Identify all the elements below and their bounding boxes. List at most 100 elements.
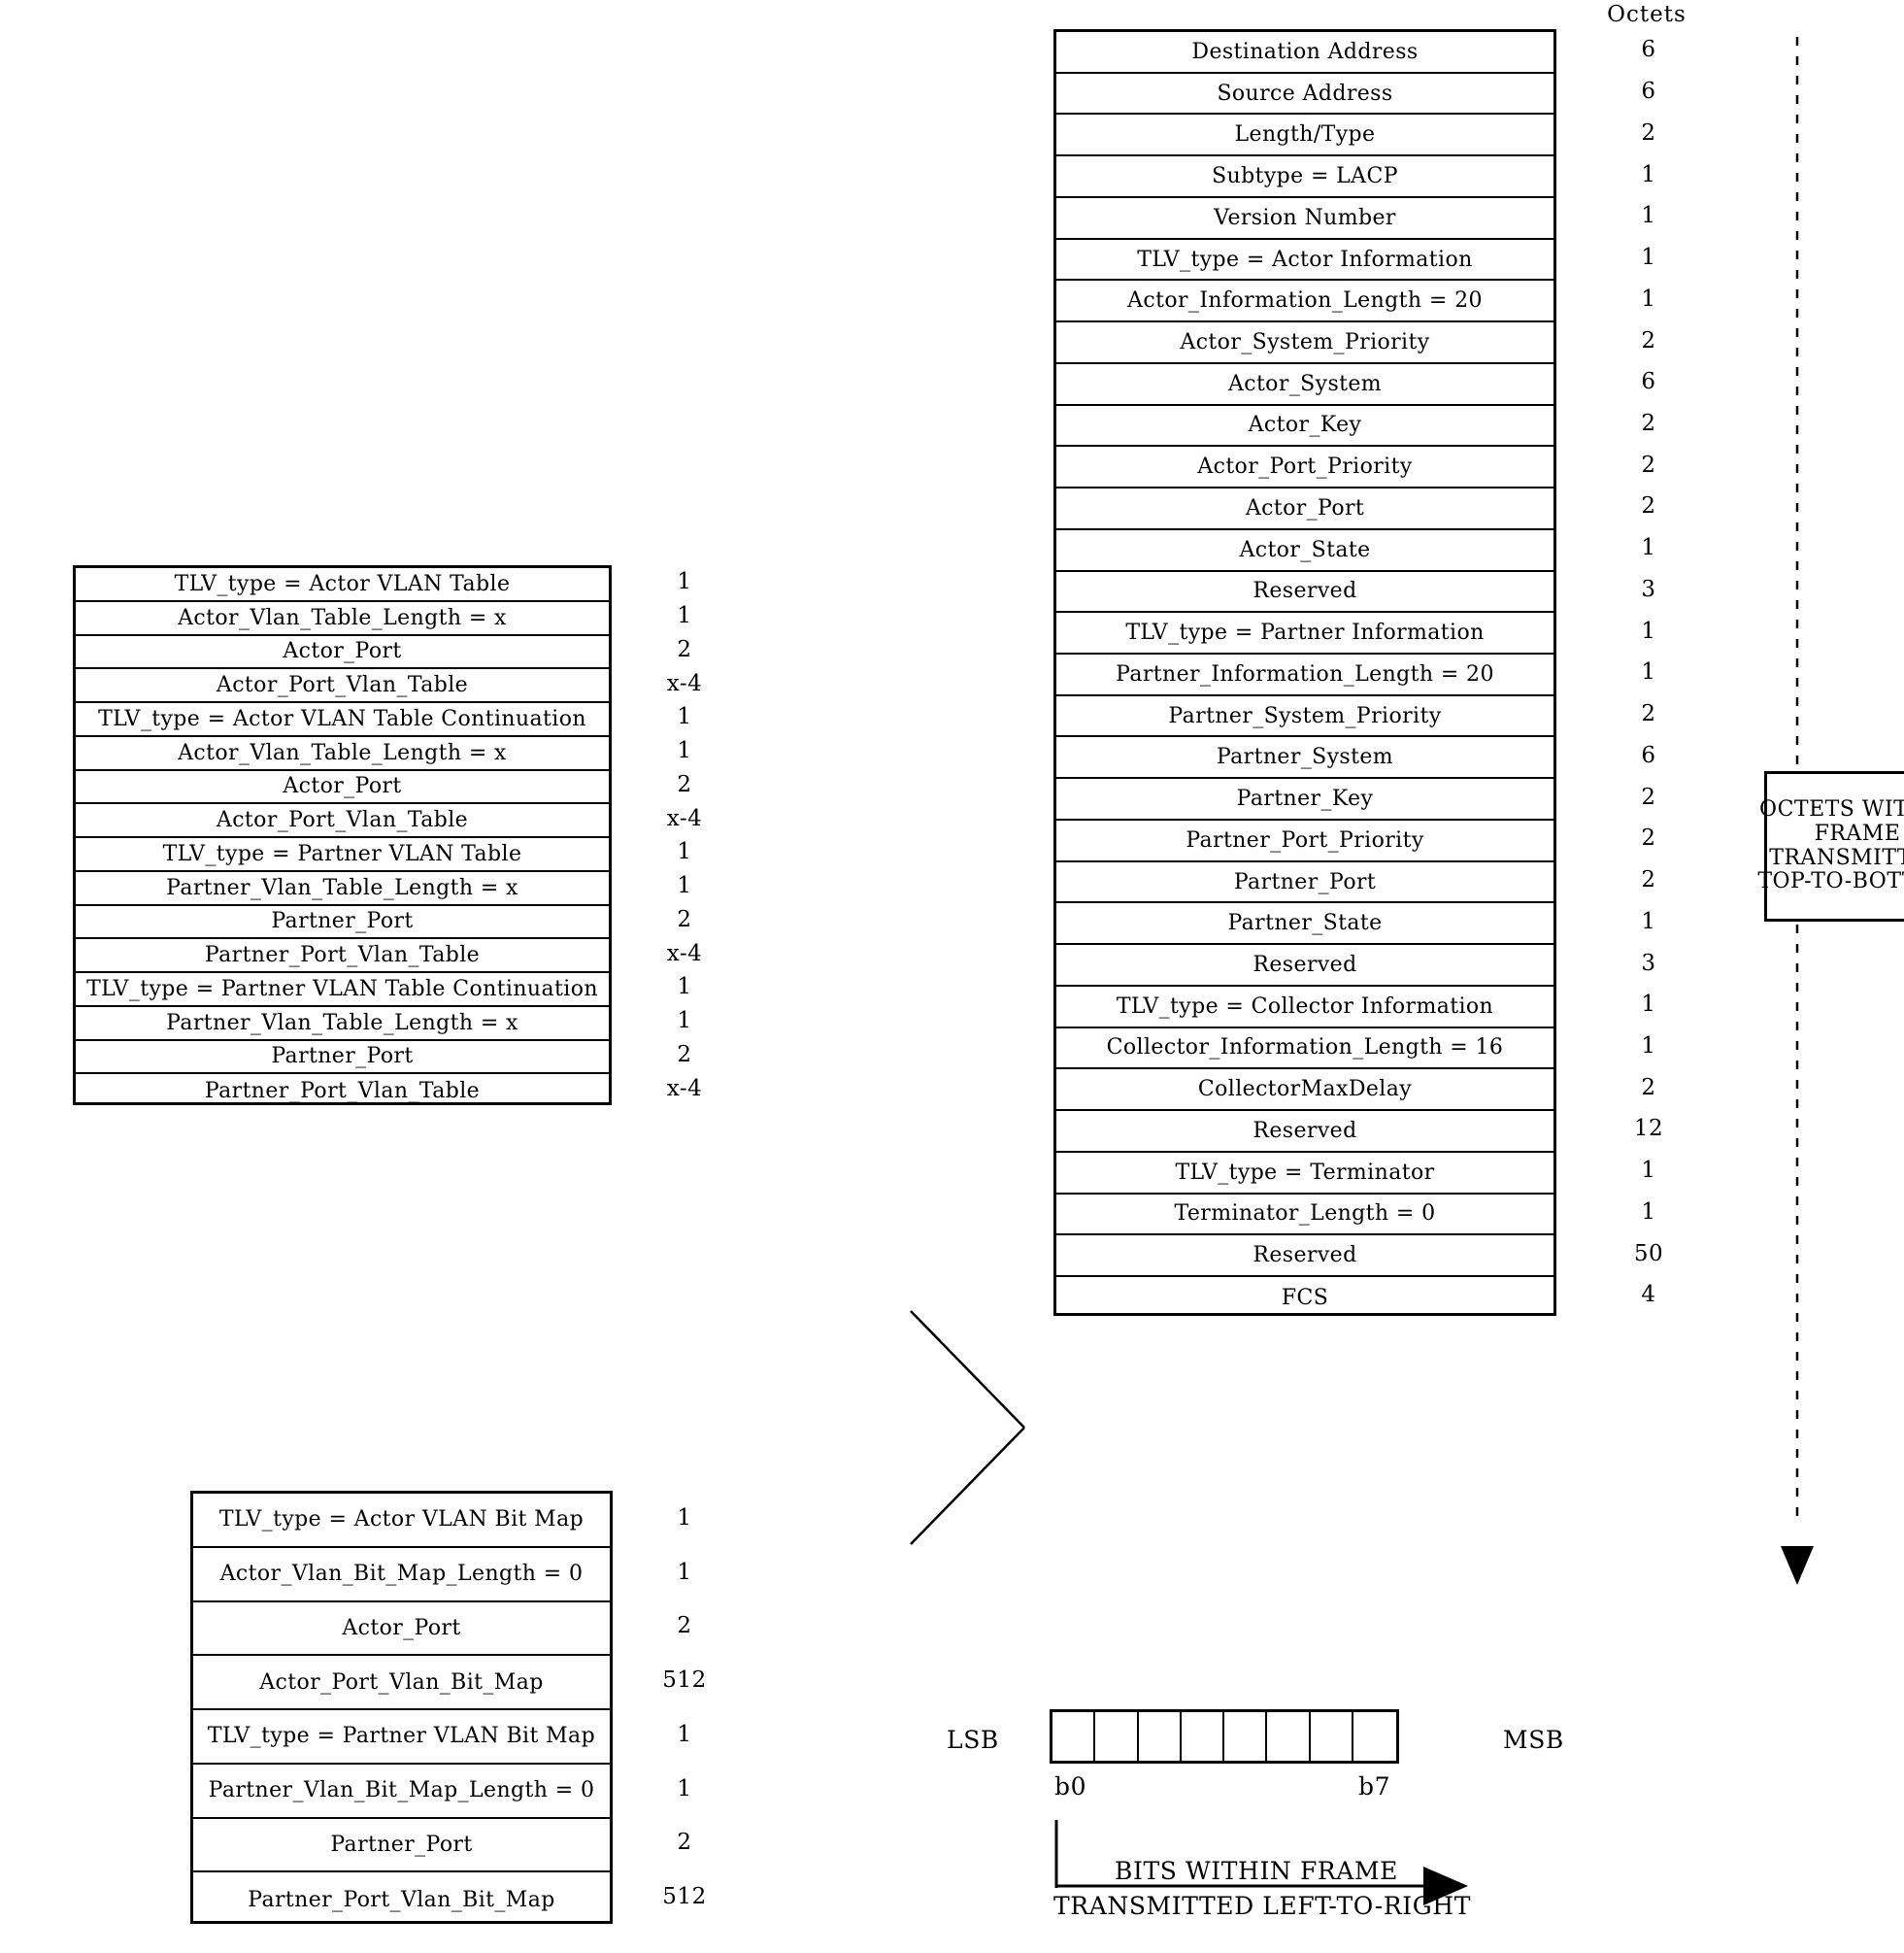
octet-count-cell: 3 — [1641, 950, 1656, 976]
frame-field-row: Actor_Port_Vlan_Bit_Map — [193, 1656, 610, 1710]
frame-field-row: TLV_type = Actor VLAN Bit Map — [193, 1494, 610, 1548]
octet-count-cell: 2 — [1641, 410, 1656, 436]
octet-count-cell: 2 — [1641, 701, 1656, 727]
frame-field-label: Terminator_Length = 0 — [1174, 1201, 1436, 1227]
octet-count-cell: 1 — [677, 603, 692, 629]
frame-field-label: Partner_Port — [330, 1832, 473, 1857]
octet-count-cell: 6 — [1641, 369, 1656, 395]
frame-field-label: TLV_type = Partner Information — [1125, 621, 1485, 646]
vlan-connector-lower — [910, 1427, 1025, 1545]
frame-field-label: Partner_Port_Priority — [1186, 827, 1424, 853]
frame-field-label: Partner_State — [1227, 911, 1383, 936]
lsb-label: LSB — [947, 1726, 999, 1754]
vlan-bitmap-table-structure: TLV_type = Actor VLAN Bit Map Actor_Vlan_… — [190, 1491, 613, 1924]
frame-field-label: Actor_Key — [1248, 413, 1362, 438]
octet-count-cell: 1 — [1641, 659, 1656, 686]
octet-count-cell: 2 — [677, 906, 692, 932]
octet-count-cell: 2 — [677, 1613, 692, 1639]
vlan-table-structure: TLV_type = Actor VLAN Table Actor_Vlan_Ta… — [73, 565, 612, 1105]
frame-field-label: Actor_System_Priority — [1180, 330, 1430, 354]
frame-field-label: Actor_Vlan_Bit_Map_Length = 0 — [219, 1562, 584, 1587]
octet-count-cell: 1 — [677, 1008, 692, 1034]
octet-count-cell: 3 — [1641, 576, 1656, 602]
frame-field-row: Actor_Port_Vlan_Table — [76, 669, 609, 703]
octet-count-cell: 6 — [1641, 37, 1656, 63]
octet-count-cell: 1 — [1641, 618, 1656, 644]
octet-count-cell: 1 — [1641, 1198, 1656, 1225]
frame-field-label: Subtype = LACP — [1212, 164, 1398, 189]
note-line-4: TOP-TO-BOTTOM — [1757, 869, 1904, 894]
octet-count-cell: x-4 — [666, 670, 703, 696]
octet-count-cell: 1 — [677, 1504, 692, 1531]
octet-order-arrow-head — [1781, 1546, 1814, 1585]
lacpdu-frame-octets-column: 6 6 2 1 1 1 1 2 6 2 2 2 1 3 1 1 2 6 2 2 2 1 3 1 1 2 12 1 1 50 4 — [1590, 29, 1707, 1316]
octet-count-cell: 1 — [677, 704, 692, 730]
frame-field-label: Reserved — [1253, 953, 1357, 978]
frame-field-label: Length/Type — [1234, 122, 1376, 148]
frame-field-label: Actor_Port — [283, 774, 402, 799]
frame-field-row: Partner_Key — [1056, 779, 1553, 821]
frame-field-label: Partner_Port — [271, 909, 414, 934]
octet-count-cell: 512 — [662, 1884, 707, 1910]
frame-field-label: Actor_Port — [1245, 495, 1365, 521]
frame-field-row: Partner_Port — [193, 1819, 610, 1873]
frame-field-row: TLV_type = Partner VLAN Table — [76, 838, 609, 872]
frame-field-row: Actor_Information_Length = 20 — [1056, 281, 1553, 323]
frame-field-row: Actor_Vlan_Table_Length = x — [76, 737, 609, 771]
frame-field-row: TLV_type = Partner VLAN Bit Map — [193, 1710, 610, 1765]
octet-count-cell: 1 — [1641, 908, 1656, 934]
octet-count-cell: 1 — [1641, 286, 1656, 312]
frame-field-label: TLV_type = Actor VLAN Table — [174, 571, 511, 596]
frame-field-label: Partner_Port_Vlan_Table — [204, 943, 481, 968]
frame-field-label: Actor_State — [1239, 537, 1371, 562]
frame-field-row: Partner_Port — [76, 906, 609, 940]
octet-count-cell: 1 — [677, 738, 692, 764]
bit-cell — [1353, 1712, 1396, 1761]
octet-count-cell: 2 — [1641, 493, 1656, 520]
frame-field-label: Partner_Port — [271, 1044, 414, 1069]
bit-cell — [1182, 1712, 1224, 1761]
frame-field-label: Actor_System — [1227, 371, 1383, 396]
frame-field-label: Partner_Port_Vlan_Bit_Map — [248, 1887, 555, 1912]
frame-field-row: TLV_type = Actor VLAN Table Continuation — [76, 703, 609, 737]
frame-field-row: Actor_State — [1056, 530, 1553, 572]
frame-field-row: Reserved — [1056, 1111, 1553, 1153]
octets-column-header: Octets — [1607, 2, 1687, 27]
frame-field-row: Actor_Vlan_Table_Length = x — [76, 602, 609, 636]
frame-field-label: TLV_type = Partner VLAN Bit Map — [207, 1724, 596, 1749]
octet-count-cell: 1 — [1641, 161, 1656, 187]
frame-field-row: Partner_System_Priority — [1056, 696, 1553, 738]
octet-count-cell: 1 — [677, 1775, 692, 1801]
frame-field-row: TLV_type = Collector Information — [1056, 987, 1553, 1028]
octet-count-cell: 1 — [677, 1559, 692, 1585]
frame-field-row: Length/Type — [1056, 115, 1553, 157]
frame-field-row: Partner_Vlan_Bit_Map_Length = 0 — [193, 1765, 610, 1819]
frame-field-row: CollectorMaxDelay — [1056, 1069, 1553, 1112]
bit-cell — [1267, 1712, 1311, 1761]
frame-field-row: Version Number — [1056, 198, 1553, 240]
vlan-table-octets-column: 1 1 2 x-4 1 1 2 x-4 1 1 2 x-4 1 1 2 x-4 — [636, 565, 733, 1105]
frame-field-row: Subtype = LACP — [1056, 156, 1553, 198]
frame-field-label: Partner_Vlan_Table_Length = x — [166, 1010, 518, 1035]
octet-count-cell: 1 — [1641, 203, 1656, 229]
frame-field-row: Partner_State — [1056, 903, 1553, 946]
frame-field-row: Actor_Port — [1056, 488, 1553, 530]
frame-field-row: Partner_System — [1056, 737, 1553, 780]
frame-field-row: FCS — [1056, 1277, 1553, 1319]
bit-cell — [1052, 1712, 1096, 1761]
lacpdu-frame-table: Destination Address Source Address Length/… — [1053, 29, 1556, 1316]
frame-field-label: Partner_Vlan_Table_Length = x — [166, 875, 518, 900]
bits-order-note-line-2: TRANSMITTED LEFT-TO-RIGHT — [1053, 1892, 1471, 1920]
frame-field-row: Terminator_Length = 0 — [1056, 1195, 1553, 1236]
frame-field-label: Actor_Port_Priority — [1197, 455, 1413, 480]
frame-field-label: Actor_Port — [342, 1615, 461, 1640]
frame-field-label: Reserved — [1253, 579, 1357, 604]
octet-count-cell: 1 — [677, 839, 692, 865]
frame-field-row: Reserved — [1056, 945, 1553, 987]
frame-field-label: Partner_Port — [1233, 869, 1377, 894]
octet-count-cell: 2 — [677, 1041, 692, 1067]
octet-count-cell: 512 — [662, 1667, 707, 1694]
frame-field-label: Destination Address — [1191, 39, 1419, 64]
first-bit-label: b0 — [1054, 1772, 1087, 1801]
frame-field-row: Partner_Port_Vlan_Table — [76, 939, 609, 973]
